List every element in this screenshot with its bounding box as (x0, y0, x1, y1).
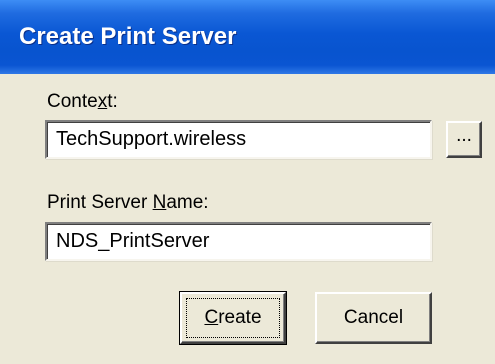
create-button[interactable]: Create (179, 291, 287, 345)
context-label: Context: (47, 91, 118, 113)
print-server-name-label: Print Server Name: (47, 192, 209, 214)
dialog-title: Create Print Server (19, 23, 237, 50)
print-server-name-label-accelerator: N (152, 192, 167, 213)
browse-button-label: ... (456, 125, 472, 147)
create-button-accelerator: C (204, 307, 219, 328)
context-label-text-2: t: (107, 91, 118, 112)
print-server-name-input[interactable] (45, 222, 432, 261)
context-label-accelerator: x (97, 91, 108, 112)
browse-context-button[interactable]: ... (446, 121, 482, 158)
create-button-label: Create (182, 307, 284, 329)
cancel-button[interactable]: Cancel (315, 292, 432, 344)
print-server-name-label-text-1: Print Server (47, 192, 153, 213)
create-button-label-rest: reate (218, 307, 262, 328)
context-label-text-1: Conte (47, 91, 98, 112)
cancel-button-label: Cancel (343, 307, 404, 328)
title-bar[interactable]: Create Print Server (0, 0, 495, 74)
create-print-server-dialog: Create Print Server Context: ... Print S… (0, 0, 495, 364)
context-input[interactable] (45, 120, 432, 159)
print-server-name-label-text-2: ame: (166, 192, 209, 213)
